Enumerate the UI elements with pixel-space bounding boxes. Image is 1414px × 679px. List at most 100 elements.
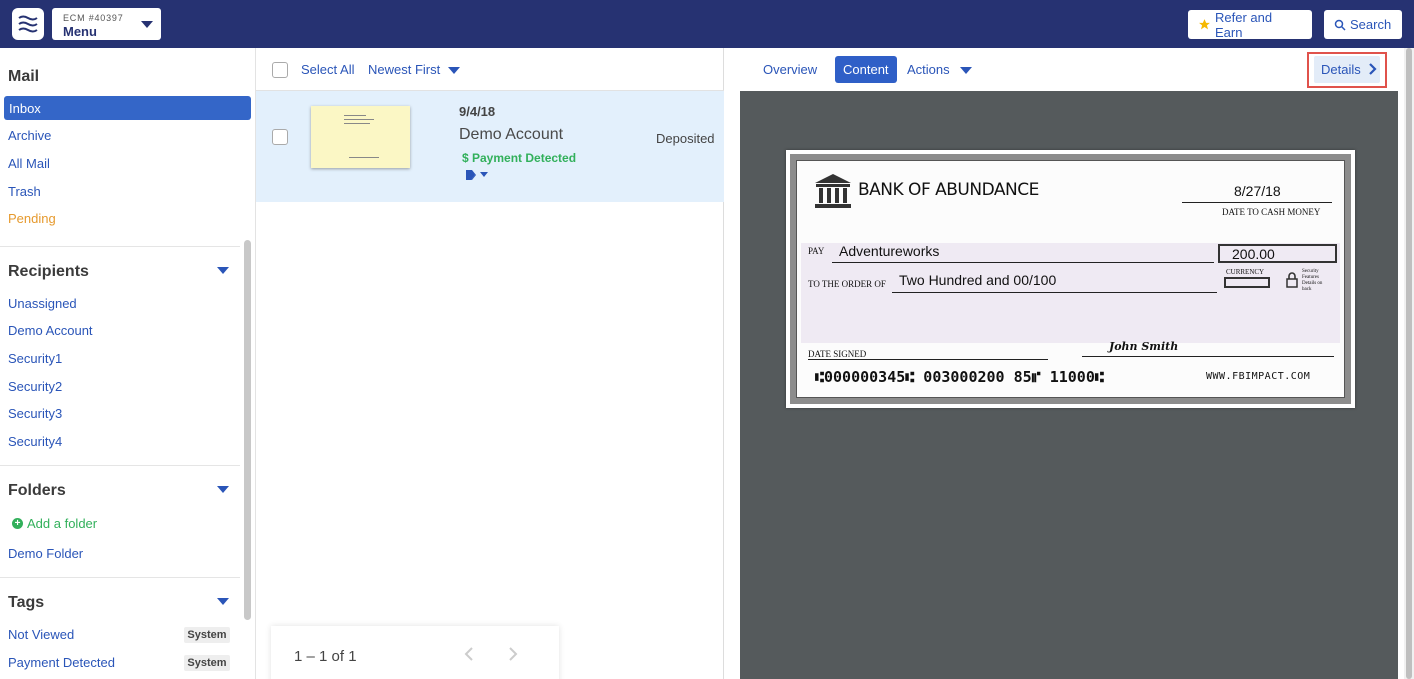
sidebar-scrollbar[interactable] [244,240,251,620]
caret-down-icon [448,67,460,74]
bank-building-icon [815,174,851,208]
system-badge: System [184,627,230,643]
thumb-text-line [344,115,366,116]
date-caption: DATE TO CASH MONEY [1222,207,1321,217]
page-scrollbar[interactable] [1404,48,1414,679]
tags-collapse-icon[interactable] [217,598,229,605]
recipients-collapse-icon[interactable] [217,267,229,274]
star-icon [1198,18,1211,31]
recipient-demo-account[interactable]: Demo Account [8,323,93,338]
micr-line: ⑆000000345⑆ 003000200 85⑈ 11000⑆ [815,368,1104,386]
cheque-date: 8/27/18 [1234,183,1281,199]
list-toolbar: Select All Newest First [256,48,724,91]
website: WWW.FBIMPACT.COM [1206,371,1311,382]
mail-recipient: Demo Account [459,126,564,143]
tag-dropdown[interactable] [466,170,488,180]
recipient-unassigned[interactable]: Unassigned [8,296,77,311]
cheque-border: BANK OF ABUNDANCE 8/27/18 DATE TO CASH M… [790,154,1351,404]
sidebar: Mail Inbox Archive All Mail Trash Pendin… [0,48,256,679]
payment-detected-label: $ Payment Detected [462,151,577,165]
select-all-link[interactable]: Select All [301,62,354,77]
lock-icon [1286,272,1298,288]
thumb-text-line [344,123,370,124]
signature: John Smith [1109,340,1179,353]
document-viewer: BANK OF ABUNDANCE 8/27/18 DATE TO CASH M… [740,91,1398,679]
actions-dropdown[interactable]: Actions [899,56,958,83]
search-button[interactable]: Search [1324,10,1402,39]
tag-not-viewed[interactable]: Not Viewed [8,627,74,642]
divider [0,246,240,247]
recipient-security1[interactable]: Security1 [8,351,62,366]
order-label: TO THE ORDER OF [808,279,886,289]
pay-label: PAY [808,246,825,256]
tags-heading: Tags [8,594,45,611]
signature-line [1082,356,1334,357]
payee-name: Adventureworks [839,243,940,259]
cheque-image[interactable]: BANK OF ABUNDANCE 8/27/18 DATE TO CASH M… [786,150,1355,408]
written-line [892,292,1217,293]
sidebar-item-pending[interactable]: Pending [8,211,56,226]
currency-box [1224,277,1270,288]
detail-pane: Overview Content Actions Details BANK OF… [740,48,1400,679]
amount: 200.00 [1232,246,1275,262]
top-bar: ECM #40397 Menu Refer and Earn Search [0,0,1414,48]
mail-status: Deposited [656,131,715,146]
pagination: 1 – 1 of 1 [271,626,559,679]
plus-circle-icon: + [12,518,23,529]
date-signed-line [808,359,1048,360]
search-icon [1334,19,1346,31]
caret-down-icon [960,67,972,74]
bank-name: BANK OF ABUNDANCE [858,180,1039,200]
search-label: Search [1350,17,1392,32]
thumb-text-line [344,119,374,120]
date-signed-label: DATE SIGNED [808,349,867,359]
mail-date: 9/4/18 [459,104,496,119]
caret-down-icon [141,21,153,28]
next-page-icon[interactable] [507,646,519,662]
recipient-security4[interactable]: Security4 [8,434,62,449]
select-all-checkbox[interactable] [272,62,288,78]
cheque-face: BANK OF ABUNDANCE 8/27/18 DATE TO CASH M… [796,160,1345,398]
menu-label: Menu [63,24,97,39]
app-logo-button[interactable] [12,8,44,40]
menu-dropdown[interactable]: ECM #40397 Menu [52,8,161,40]
sidebar-item-archive[interactable]: Archive [8,128,51,143]
add-folder-label: Add a folder [27,516,98,531]
divider [0,577,240,578]
sort-dropdown[interactable]: Newest First [368,62,440,77]
folders-collapse-icon[interactable] [217,486,229,493]
add-folder-link[interactable]: + Add a folder [12,516,97,531]
caret-down-icon [480,172,488,177]
folder-demo-folder[interactable]: Demo Folder [8,546,83,561]
currency-label: CURRENCY [1226,268,1265,276]
security-features-note: Security Features Details on back [1302,269,1323,292]
date-line [1182,202,1332,203]
chevron-right-icon [1369,63,1377,75]
recipients-heading: Recipients [8,263,89,280]
folders-heading: Folders [8,482,66,499]
tab-overview[interactable]: Overview [755,56,825,83]
mail-heading: Mail [8,68,40,85]
sidebar-item-inbox[interactable]: Inbox [4,96,251,120]
system-badge: System [184,655,230,671]
tag-icon [466,170,476,180]
details-button[interactable]: Details [1314,56,1380,83]
sidebar-item-trash[interactable]: Trash [8,184,41,199]
page-scrollbar-thumb[interactable] [1406,48,1412,679]
item-checkbox[interactable] [272,129,288,145]
waves-icon [18,15,38,33]
account-id: ECM #40397 [63,13,124,23]
recipient-security3[interactable]: Security3 [8,406,62,421]
recipient-security2[interactable]: Security2 [8,379,62,394]
mail-list-item[interactable]: 9/4/18 Demo Account $ Payment Detected D… [256,91,724,202]
tab-content[interactable]: Content [835,56,897,83]
envelope-thumbnail[interactable] [311,106,410,168]
refer-and-earn-button[interactable]: Refer and Earn [1188,10,1312,40]
mail-list-pane: Select All Newest First 9/4/18 Demo Acco… [256,48,724,679]
details-label: Details [1321,62,1361,77]
prev-page-icon[interactable] [463,646,475,662]
payee-line [832,262,1214,263]
written-amount: Two Hundred and 00/100 [899,272,1057,288]
sidebar-item-all-mail[interactable]: All Mail [8,156,50,171]
tag-payment-detected[interactable]: Payment Detected [8,655,115,670]
